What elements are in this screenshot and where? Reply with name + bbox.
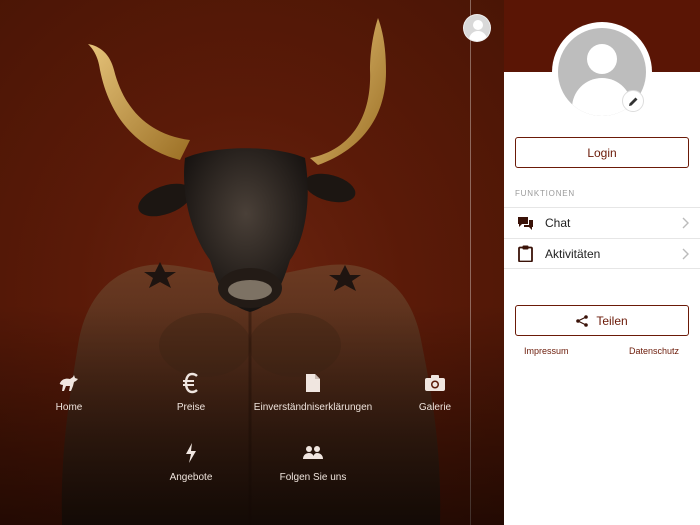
share-button[interactable]: Teilen bbox=[515, 305, 689, 336]
imprint-link[interactable]: Impressum bbox=[524, 346, 569, 356]
document-icon bbox=[230, 370, 396, 396]
nav-tile-home[interactable]: Home bbox=[14, 370, 124, 413]
avatar-body-shape bbox=[469, 31, 487, 41]
app-root: Home Preise Einverständniserklärungen Ga… bbox=[0, 0, 700, 525]
menu-item-chat[interactable]: Chat bbox=[504, 207, 700, 238]
bull-icon bbox=[14, 370, 124, 396]
avatar-head-shape bbox=[473, 20, 483, 30]
users-icon bbox=[258, 440, 368, 466]
section-title-funktionen: FUNKTIONEN bbox=[515, 189, 575, 198]
profile-head-shape bbox=[587, 44, 617, 74]
share-icon bbox=[576, 314, 589, 327]
pencil-icon bbox=[628, 97, 637, 106]
nav-label-einverstaendnis: Einverständniserklärungen bbox=[253, 402, 373, 413]
nav-tile-einverstaendnis[interactable]: Einverständniserklärungen bbox=[230, 370, 396, 413]
hero-area: Home Preise Einverständniserklärungen Ga… bbox=[0, 0, 504, 525]
chevron-right-icon bbox=[682, 217, 689, 229]
nav-label-galerie: Galerie bbox=[418, 402, 452, 413]
clipboard-icon bbox=[516, 245, 534, 263]
login-button-label: Login bbox=[587, 145, 617, 160]
side-panel: Login FUNKTIONEN Chat Aktivitäten Teilen… bbox=[504, 0, 700, 525]
chevron-right-icon bbox=[682, 248, 689, 260]
nav-tile-folgen[interactable]: Folgen Sie uns bbox=[258, 440, 368, 483]
nav-label-home: Home bbox=[55, 402, 83, 413]
menu-item-aktivitaeten[interactable]: Aktivitäten bbox=[504, 238, 700, 269]
hero-bottom-fade bbox=[0, 305, 504, 525]
user-avatar-button[interactable] bbox=[463, 14, 491, 42]
nav-tile-galerie[interactable]: Galerie bbox=[380, 370, 490, 413]
camera-icon bbox=[380, 370, 490, 396]
bolt-icon bbox=[136, 440, 246, 466]
login-button[interactable]: Login bbox=[515, 137, 689, 168]
chat-icon bbox=[516, 214, 534, 232]
nav-tile-angebote[interactable]: Angebote bbox=[136, 440, 246, 483]
edit-profile-button[interactable] bbox=[622, 90, 644, 112]
menu-label-aktivitaeten: Aktivitäten bbox=[545, 246, 601, 261]
menu-label-chat: Chat bbox=[545, 216, 571, 230]
nav-label-folgen: Folgen Sie uns bbox=[279, 472, 347, 483]
privacy-link[interactable]: Datenschutz bbox=[629, 346, 679, 356]
nav-label-angebote: Angebote bbox=[169, 472, 213, 483]
share-button-label: Teilen bbox=[596, 313, 628, 328]
